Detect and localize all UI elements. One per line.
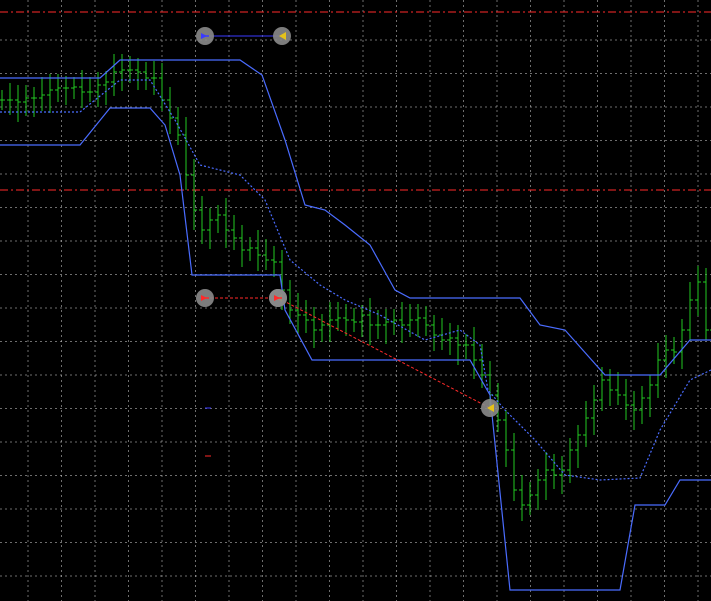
stray-ticks — [205, 407, 211, 457]
trade-open-arrow-icon[interactable] — [196, 289, 214, 307]
price-bars — [0, 54, 711, 521]
horizontal-levels — [0, 11, 711, 191]
price-chart[interactable] — [0, 0, 711, 601]
trade-markers[interactable] — [196, 27, 499, 417]
trade-close-arrow-icon[interactable] — [481, 399, 499, 417]
trade-open-arrow-icon[interactable] — [269, 289, 287, 307]
trade-close-arrow-icon[interactable] — [273, 27, 291, 45]
trade-open-arrow-icon[interactable] — [196, 27, 214, 45]
channel-lines — [0, 59, 711, 591]
chart-grid — [0, 0, 711, 601]
chart-window[interactable] — [0, 0, 711, 601]
line-channel-lower — [0, 107, 711, 591]
